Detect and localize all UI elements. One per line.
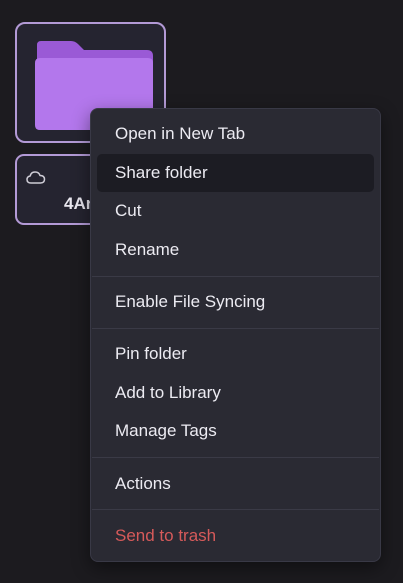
menu-divider bbox=[92, 509, 379, 510]
menu-item-send-to-trash[interactable]: Send to trash bbox=[97, 517, 374, 555]
menu-item-cut[interactable]: Cut bbox=[97, 192, 374, 230]
menu-item-open-in-new-tab[interactable]: Open in New Tab bbox=[97, 115, 374, 153]
menu-item-share-folder[interactable]: Share folder bbox=[97, 154, 374, 192]
menu-item-pin-folder[interactable]: Pin folder bbox=[97, 335, 374, 373]
menu-item-add-to-library[interactable]: Add to Library bbox=[97, 374, 374, 412]
cloud-icon bbox=[26, 171, 46, 184]
menu-item-enable-file-syncing[interactable]: Enable File Syncing bbox=[97, 283, 374, 321]
menu-item-manage-tags[interactable]: Manage Tags bbox=[97, 412, 374, 450]
menu-item-actions[interactable]: Actions bbox=[97, 465, 374, 503]
menu-divider bbox=[92, 328, 379, 329]
file-name-label: 4Ar bbox=[64, 194, 93, 213]
menu-divider bbox=[92, 457, 379, 458]
menu-item-rename[interactable]: Rename bbox=[97, 231, 374, 269]
context-menu: Open in New Tab Share folder Cut Rename … bbox=[90, 108, 381, 562]
canvas: 4Ar Open in New Tab Share folder Cut Ren… bbox=[0, 0, 403, 583]
menu-divider bbox=[92, 276, 379, 277]
